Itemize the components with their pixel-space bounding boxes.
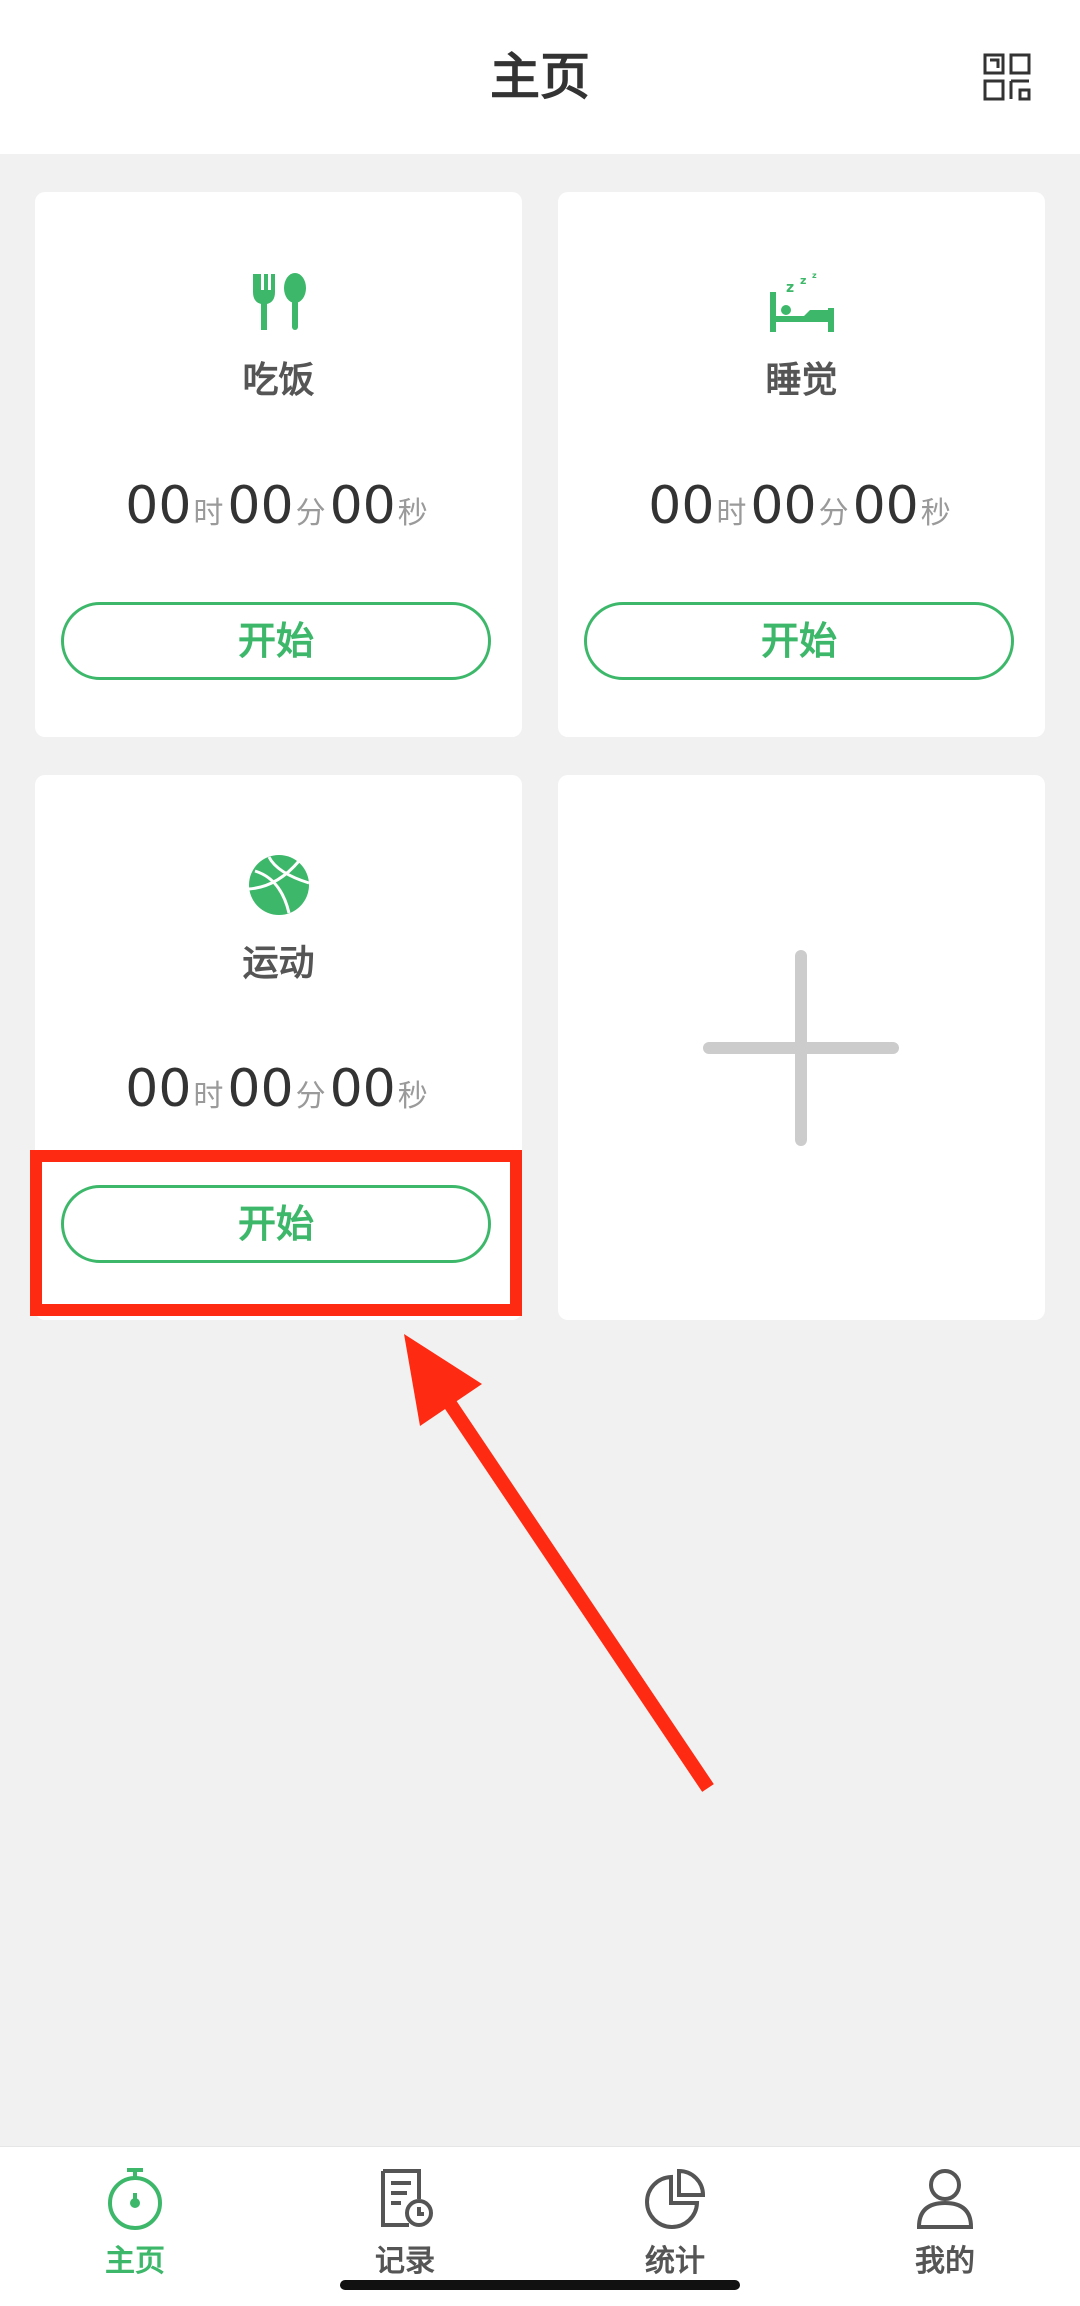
svg-text:z: z <box>812 271 817 280</box>
timer-second-unit: 秒 <box>397 1079 428 1114</box>
tab-label: 统计 <box>645 2244 705 2279</box>
activity-card-sleeping[interactable]: z z z 睡觉 00时00分00秒 开始 <box>558 192 1045 737</box>
annotation-arrow-icon <box>404 1334 714 1792</box>
tab-label: 记录 <box>375 2244 435 2279</box>
timer-hours: 00 <box>648 476 715 536</box>
timer-display: 00时00分00秒 <box>35 476 522 548</box>
tab-profile[interactable]: 我的 <box>870 2147 1020 2306</box>
person-icon <box>915 2167 975 2231</box>
timer-minutes: 00 <box>227 476 294 536</box>
start-button[interactable]: 开始 <box>61 602 491 680</box>
scan-grid-icon[interactable] <box>982 52 1032 102</box>
add-activity-card[interactable] <box>558 775 1045 1320</box>
timer-seconds: 00 <box>329 1059 396 1119</box>
activity-label: 睡觉 <box>765 360 838 401</box>
timer-hours: 00 <box>125 1059 192 1119</box>
timer-minute-unit: 分 <box>818 496 849 531</box>
timer-minute-unit: 分 <box>295 1079 326 1114</box>
highlight-box <box>30 1150 522 1316</box>
timer-seconds: 00 <box>852 476 919 536</box>
timer-seconds: 00 <box>329 476 396 536</box>
start-button[interactable]: 开始 <box>584 602 1014 680</box>
timer-minutes: 00 <box>227 1059 294 1119</box>
fork-spoon-icon <box>247 270 311 334</box>
tab-label: 我的 <box>915 2244 975 2279</box>
tab-label: 主页 <box>105 2244 165 2279</box>
activity-label: 吃饭 <box>242 360 315 401</box>
timer-hours: 00 <box>125 476 192 536</box>
timer-second-unit: 秒 <box>397 496 428 531</box>
page-title: 主页 <box>490 48 590 106</box>
timer-second-unit: 秒 <box>920 496 951 531</box>
record-list-icon <box>375 2167 435 2231</box>
home-indicator[interactable] <box>340 2280 740 2290</box>
stopwatch-icon <box>105 2167 165 2231</box>
top-nav-bar: 主页 <box>0 0 1080 154</box>
tab-home[interactable]: 主页 <box>60 2147 210 2306</box>
timer-hour-unit: 时 <box>193 1079 224 1114</box>
pie-chart-icon <box>645 2167 706 2231</box>
timer-hour-unit: 时 <box>716 496 747 531</box>
plus-icon <box>703 950 899 1146</box>
svg-text:z: z <box>786 280 794 296</box>
timer-display: 00时00分00秒 <box>558 476 1045 548</box>
timer-hour-unit: 时 <box>193 496 224 531</box>
svg-text:z: z <box>800 274 806 287</box>
timer-display: 00时00分00秒 <box>35 1059 522 1131</box>
sleeping-bed-icon: z z z <box>768 270 836 334</box>
activity-card-eating[interactable]: 吃饭 00时00分00秒 开始 <box>35 192 522 737</box>
timer-minutes: 00 <box>750 476 817 536</box>
activity-label: 运动 <box>242 943 315 984</box>
timer-minute-unit: 分 <box>295 496 326 531</box>
basketball-icon <box>247 853 311 917</box>
